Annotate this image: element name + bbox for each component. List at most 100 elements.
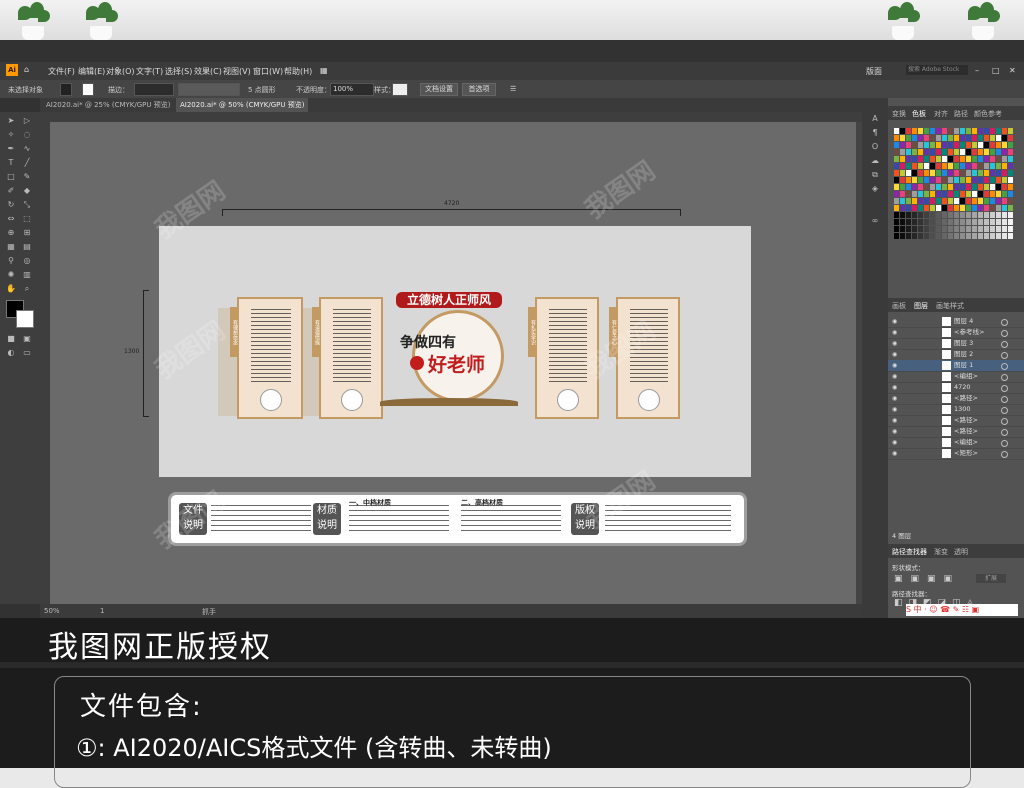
color-swatch[interactable] — [906, 226, 911, 232]
color-swatch[interactable] — [978, 156, 983, 162]
color-swatch[interactable] — [990, 233, 995, 239]
color-swatch[interactable] — [936, 163, 941, 169]
color-swatch[interactable] — [954, 142, 959, 148]
align-icon[interactable]: ☰ — [510, 85, 516, 93]
color-swatch[interactable] — [1008, 184, 1013, 190]
color-swatch[interactable] — [1002, 205, 1007, 211]
color-swatch[interactable] — [948, 170, 953, 176]
color-swatch[interactable] — [936, 219, 941, 225]
color-swatch[interactable] — [912, 135, 917, 141]
menu-object[interactable]: 对象(O) — [106, 66, 135, 77]
color-swatch[interactable] — [924, 156, 929, 162]
color-swatch[interactable] — [906, 149, 911, 155]
color-swatch[interactable] — [930, 135, 935, 141]
color-swatch[interactable] — [912, 219, 917, 225]
color-swatch[interactable] — [966, 142, 971, 148]
color-swatch[interactable] — [930, 128, 935, 134]
color-swatch[interactable] — [972, 135, 977, 141]
hand-tool-icon[interactable]: ✋ — [6, 284, 16, 294]
properties-icon[interactable]: A — [870, 114, 880, 124]
color-swatch[interactable] — [996, 170, 1001, 176]
color-swatch[interactable] — [942, 128, 947, 134]
color-swatch[interactable] — [960, 135, 965, 141]
color-swatch[interactable] — [990, 142, 995, 148]
color-swatch[interactable] — [996, 184, 1001, 190]
color-swatch[interactable] — [942, 219, 947, 225]
color-swatch[interactable] — [1002, 163, 1007, 169]
color-swatch[interactable] — [984, 219, 989, 225]
color-swatch[interactable] — [924, 226, 929, 232]
color-swatch[interactable] — [1008, 170, 1013, 176]
color-swatch[interactable] — [1002, 184, 1007, 190]
color-swatch[interactable] — [924, 205, 929, 211]
color-swatch[interactable] — [996, 135, 1001, 141]
color-swatch[interactable] — [948, 219, 953, 225]
color-swatch[interactable] — [978, 163, 983, 169]
color-swatch[interactable] — [924, 177, 929, 183]
color-swatch[interactable] — [906, 191, 911, 197]
color-swatch[interactable] — [894, 149, 899, 155]
color-swatch[interactable] — [936, 128, 941, 134]
color-swatch[interactable] — [894, 128, 899, 134]
color-swatch[interactable] — [978, 198, 983, 204]
color-swatch[interactable] — [912, 170, 917, 176]
color-swatch[interactable] — [984, 191, 989, 197]
color-swatch[interactable] — [954, 149, 959, 155]
color-swatch[interactable] — [972, 177, 977, 183]
color-swatch[interactable] — [996, 233, 1001, 239]
stroke-weight-field[interactable] — [134, 83, 174, 96]
tab-document-50[interactable]: AI2020.ai* @ 50% (CMYK/GPU 预览) — [176, 98, 309, 112]
color-swatch[interactable] — [936, 212, 941, 218]
variable-width-field[interactable] — [178, 83, 240, 96]
color-swatch[interactable] — [912, 142, 917, 148]
color-swatch[interactable] — [972, 219, 977, 225]
color-swatch[interactable] — [894, 205, 899, 211]
color-swatch[interactable] — [984, 163, 989, 169]
color-swatch[interactable] — [1002, 156, 1007, 162]
color-swatch[interactable] — [990, 205, 995, 211]
color-swatch[interactable] — [942, 233, 947, 239]
color-swatch[interactable] — [936, 191, 941, 197]
color-swatch[interactable] — [990, 226, 995, 232]
color-swatch[interactable] — [966, 163, 971, 169]
style-swatch[interactable] — [392, 83, 408, 96]
color-swatch[interactable] — [900, 219, 905, 225]
color-swatch[interactable] — [1008, 177, 1013, 183]
color-swatch[interactable] — [960, 163, 965, 169]
color-swatch[interactable] — [912, 184, 917, 190]
color-swatch[interactable] — [1008, 156, 1013, 162]
color-swatch[interactable] — [894, 191, 899, 197]
swatch-grid[interactable] — [894, 128, 1018, 248]
color-swatch[interactable] — [924, 149, 929, 155]
color-swatch[interactable] — [894, 135, 899, 141]
symbol-sprayer-icon[interactable]: ✺ — [6, 270, 16, 280]
libraries-icon[interactable]: ☁ — [870, 156, 880, 166]
visibility-eye-icon[interactable]: ◉ — [892, 329, 899, 336]
color-swatch[interactable] — [954, 233, 959, 239]
color-swatch[interactable] — [930, 149, 935, 155]
shaper-icon[interactable]: ✐ — [6, 186, 16, 196]
color-swatch[interactable] — [936, 233, 941, 239]
color-swatch[interactable] — [894, 233, 899, 239]
color-swatch[interactable] — [906, 128, 911, 134]
color-swatch[interactable] — [936, 198, 941, 204]
menu-effect[interactable]: 效果(C) — [194, 66, 222, 77]
menu-edit[interactable]: 编辑(E) — [78, 66, 105, 77]
color-swatch[interactable] — [912, 177, 917, 183]
color-swatch[interactable] — [1008, 163, 1013, 169]
color-swatch[interactable] — [906, 163, 911, 169]
tab-path-finder[interactable]: 路径查找器 — [892, 547, 927, 557]
color-swatch[interactable] — [966, 198, 971, 204]
color-swatch[interactable] — [924, 128, 929, 134]
color-swatch[interactable] — [948, 128, 953, 134]
width-tool-icon[interactable]: ⇔ — [6, 214, 16, 224]
tab-artboards[interactable]: 画板 — [892, 301, 906, 311]
expand-button[interactable]: 扩展 — [976, 574, 1006, 583]
color-swatch[interactable] — [942, 191, 947, 197]
color-swatch[interactable] — [1002, 142, 1007, 148]
color-swatch[interactable] — [996, 205, 1001, 211]
menu-help[interactable]: 帮助(H) — [284, 66, 312, 77]
target-circle-icon[interactable] — [1001, 330, 1008, 337]
visibility-eye-icon[interactable]: ◉ — [892, 340, 899, 347]
color-swatch[interactable] — [930, 219, 935, 225]
